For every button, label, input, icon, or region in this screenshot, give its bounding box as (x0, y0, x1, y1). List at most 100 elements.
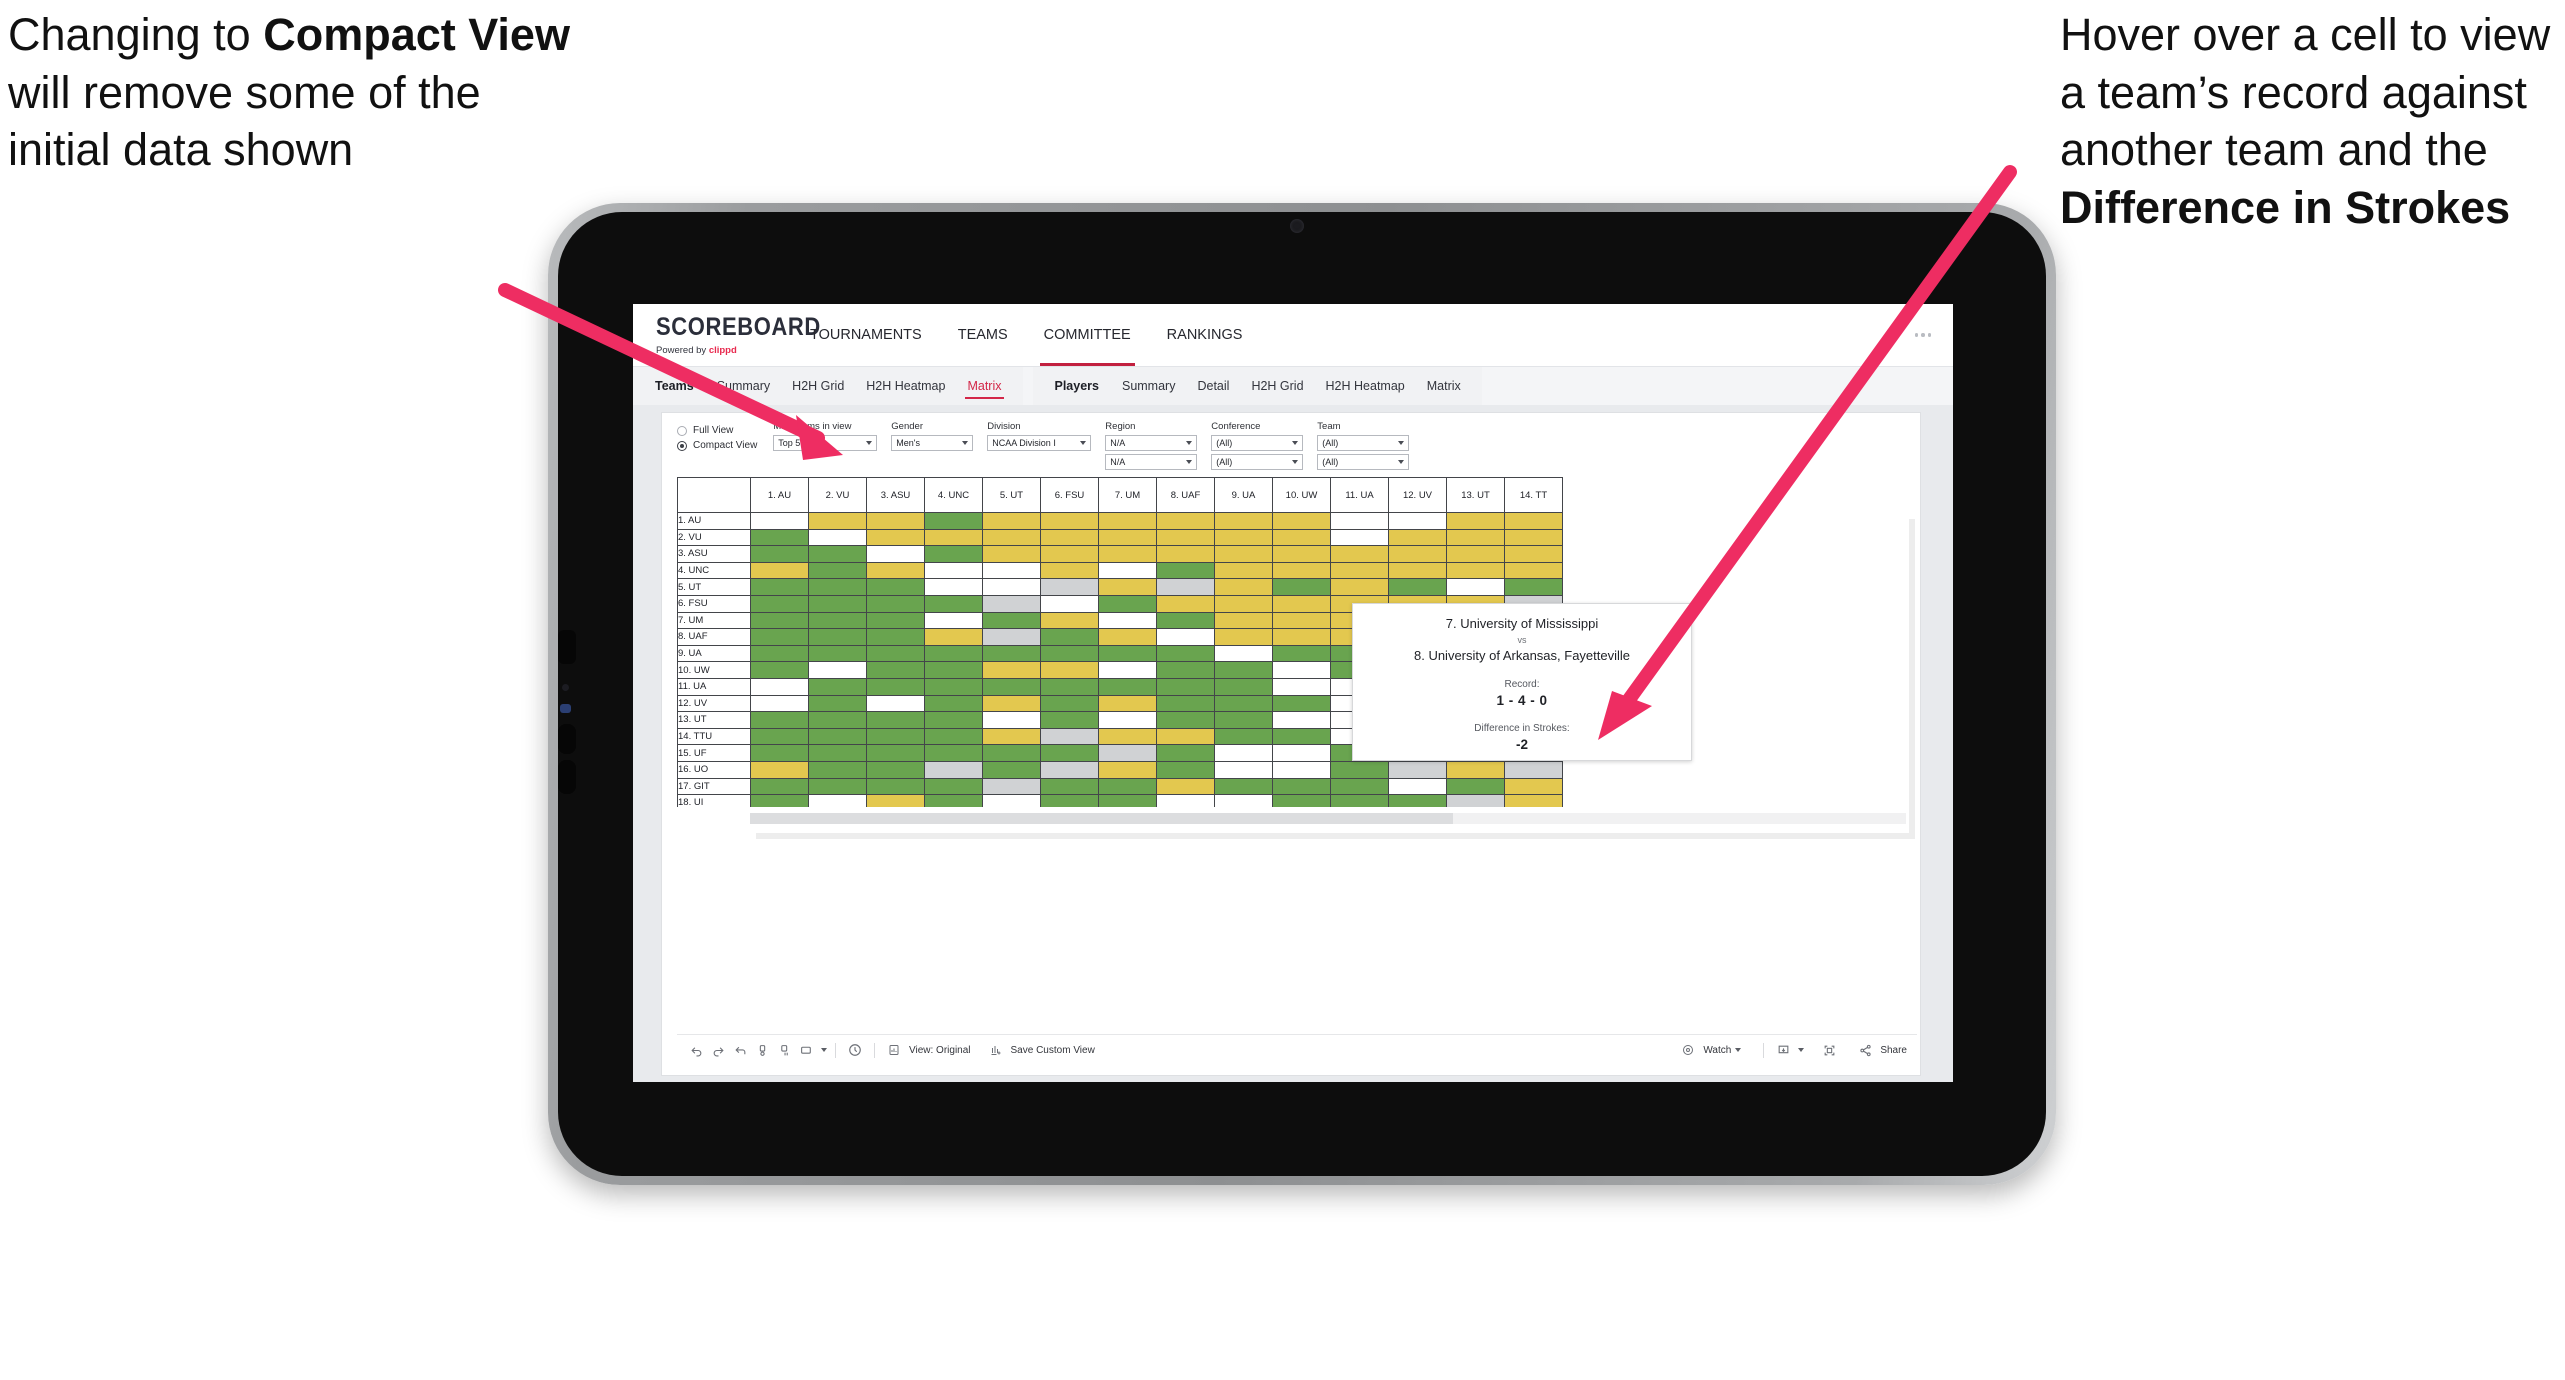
matrix-cell[interactable] (982, 694, 1041, 713)
matrix-row-header[interactable]: 13. UT (677, 711, 751, 729)
matrix-cell[interactable] (1504, 760, 1563, 779)
matrix-cell[interactable] (808, 760, 867, 779)
matrix-cell[interactable] (1272, 777, 1331, 796)
matrix-cell[interactable] (982, 528, 1041, 547)
matrix-cell[interactable] (1272, 545, 1331, 563)
matrix-row-header[interactable]: 8. UAF (677, 628, 751, 646)
matrix-cell[interactable] (1446, 561, 1505, 580)
matrix-cell[interactable] (982, 677, 1041, 696)
matrix-col-header[interactable]: 5. UT (982, 477, 1041, 513)
matrix-cell[interactable] (866, 744, 925, 762)
select-division[interactable]: NCAA Division I (987, 435, 1092, 451)
matrix-cell[interactable] (982, 760, 1041, 779)
matrix-cell[interactable] (924, 677, 983, 696)
select-region-2[interactable]: N/A (1105, 454, 1198, 470)
tab-teams-h2h-heatmap[interactable]: H2H Heatmap (855, 367, 956, 405)
matrix-cell[interactable] (1214, 760, 1273, 779)
matrix-cell[interactable] (866, 545, 925, 563)
matrix-cell[interactable] (1446, 794, 1505, 807)
matrix-cell[interactable] (1156, 545, 1215, 563)
matrix-cell[interactable] (1156, 561, 1215, 580)
matrix-cell[interactable] (1156, 711, 1215, 729)
matrix-cell[interactable] (866, 694, 925, 713)
matrix-cell[interactable] (1098, 611, 1157, 630)
matrix-col-header[interactable]: 2. VU (808, 477, 867, 513)
select-max-teams[interactable]: Top 50 (773, 435, 878, 451)
matrix-cell[interactable] (808, 561, 867, 580)
matrix-cell[interactable] (1272, 561, 1331, 580)
h2h-matrix[interactable]: 1. AU 2. VU 3. ASU 4. UNC 5. UT 6. FSU 7. UM 8.… (677, 477, 1909, 807)
nav-committee[interactable]: COMMITTEE (1026, 304, 1149, 366)
matrix-cell[interactable] (1156, 594, 1215, 613)
select-team-2[interactable]: (All) (1317, 454, 1410, 470)
matrix-cell[interactable] (750, 694, 809, 713)
matrix-cell[interactable] (1214, 677, 1273, 696)
matrix-cell[interactable] (1504, 545, 1563, 563)
matrix-cell[interactable] (1156, 578, 1215, 596)
matrix-cell[interactable] (1388, 561, 1447, 580)
matrix-cell[interactable] (1040, 512, 1099, 530)
matrix-cell[interactable] (924, 644, 983, 663)
matrix-cell[interactable] (1214, 512, 1273, 530)
radio-icon-compact-view[interactable] (677, 440, 687, 451)
matrix-cell[interactable] (924, 528, 983, 547)
matrix-cell[interactable] (982, 777, 1041, 796)
matrix-row-header[interactable]: 2. VU (677, 528, 751, 547)
matrix-cell[interactable] (982, 578, 1041, 596)
matrix-cell[interactable] (1272, 578, 1331, 596)
matrix-cell[interactable] (1040, 794, 1099, 807)
volume-down-button[interactable] (558, 724, 576, 754)
matrix-cell[interactable] (982, 561, 1041, 580)
matrix-cell[interactable] (1272, 711, 1331, 729)
matrix-cell[interactable] (924, 794, 983, 807)
matrix-cell[interactable] (1156, 794, 1215, 807)
save-custom-view-button[interactable]: Save Custom View (985, 1039, 1095, 1061)
matrix-row-header[interactable]: 10. UW (677, 661, 751, 679)
matrix-cell[interactable] (924, 628, 983, 646)
matrix-cell[interactable] (924, 578, 983, 596)
matrix-cell[interactable] (750, 777, 809, 796)
matrix-cell[interactable] (982, 594, 1041, 613)
matrix-cell[interactable] (1504, 777, 1563, 796)
matrix-cell[interactable] (1388, 528, 1447, 547)
chevron-down-icon[interactable] (821, 1048, 827, 1052)
matrix-cell[interactable] (808, 661, 867, 679)
select-region-1[interactable]: N/A (1105, 435, 1198, 451)
matrix-cell[interactable] (1272, 594, 1331, 613)
matrix-row-header[interactable]: 16. UO (677, 760, 751, 779)
matrix-cell[interactable] (808, 512, 867, 530)
tab-players-h2h-heatmap[interactable]: H2H Heatmap (1315, 367, 1416, 405)
matrix-cell[interactable] (982, 545, 1041, 563)
matrix-cell[interactable] (1040, 744, 1099, 762)
matrix-cell[interactable] (866, 727, 925, 746)
matrix-cell[interactable] (1156, 628, 1215, 646)
matrix-cell[interactable] (750, 677, 809, 696)
matrix-cell[interactable] (924, 744, 983, 762)
matrix-cell[interactable] (1214, 528, 1273, 547)
matrix-cell[interactable] (866, 594, 925, 613)
matrix-cell[interactable] (1388, 578, 1447, 596)
matrix-cell[interactable] (808, 677, 867, 696)
watch-button[interactable]: Watch (1677, 1039, 1742, 1061)
matrix-cell[interactable] (982, 611, 1041, 630)
tab-players-matrix[interactable]: Matrix (1416, 367, 1472, 405)
matrix-row-header[interactable]: 12. UV (677, 694, 751, 713)
matrix-cell[interactable] (808, 545, 867, 563)
matrix-cell[interactable] (808, 777, 867, 796)
select-conference-1[interactable]: (All) (1211, 435, 1304, 451)
matrix-cell[interactable] (1040, 561, 1099, 580)
matrix-cell[interactable] (1330, 794, 1389, 807)
matrix-cell[interactable] (924, 711, 983, 729)
revert-icon[interactable] (729, 1039, 751, 1061)
matrix-cell[interactable] (1040, 677, 1099, 696)
matrix-cell[interactable] (1156, 760, 1215, 779)
matrix-cell[interactable] (1156, 727, 1215, 746)
view-original-button[interactable]: View: Original (883, 1039, 971, 1061)
matrix-col-header[interactable]: 11. UA (1330, 477, 1389, 513)
matrix-cell[interactable] (1040, 711, 1099, 729)
matrix-cell[interactable] (982, 744, 1041, 762)
matrix-cell[interactable] (750, 760, 809, 779)
matrix-cell[interactable] (808, 594, 867, 613)
volume-up-button[interactable] (558, 630, 576, 664)
matrix-cell[interactable] (1040, 628, 1099, 646)
